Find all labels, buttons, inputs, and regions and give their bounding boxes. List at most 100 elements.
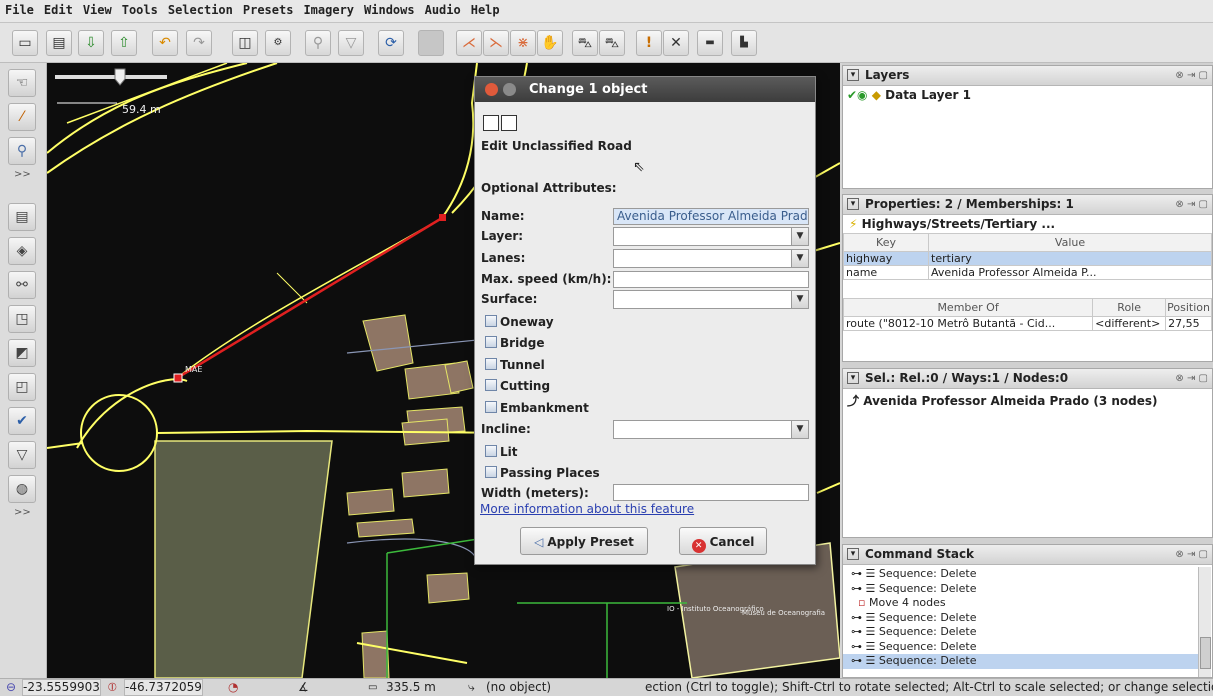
collapse-icon[interactable]: ▾ <box>847 372 859 384</box>
surface-combo[interactable]: ▼ <box>613 290 809 309</box>
list-item[interactable]: ⊶ ☰ Sequence: Delete <box>843 582 1198 597</box>
panel-controls-icon[interactable]: ⊗ ⇥ ▢ <box>1175 545 1208 564</box>
more-info-link[interactable]: More information about this feature <box>480 502 694 516</box>
menu-edit[interactable]: Edit <box>39 0 78 17</box>
zoom-slider-thumb[interactable] <box>114 68 126 86</box>
list-item[interactable]: ⊶ ☰ Sequence: Delete <box>843 654 1198 669</box>
list-item[interactable]: ⊶ ☰ Sequence: Delete <box>843 625 1198 640</box>
relation-icon[interactable]: ⚯ <box>8 271 36 299</box>
split-way-icon[interactable]: ⋌ <box>456 30 482 56</box>
toggle-panel-icon[interactable]: ▤ <box>8 203 36 231</box>
oneway-checkbox[interactable]: Oneway <box>485 315 554 329</box>
warning-icon[interactable]: ! <box>636 30 662 56</box>
membership-position: 27,55 <box>1165 316 1212 331</box>
car-icon[interactable]: ⛍ <box>572 30 598 56</box>
car-alt-icon[interactable]: ⛍ <box>599 30 625 56</box>
menu-presets[interactable]: Presets <box>238 0 299 17</box>
bridge-checkbox[interactable]: Bridge <box>485 336 545 350</box>
table-row[interactable]: route ("8012-10 Metrô Butantã - Cid... <d… <box>842 316 1212 331</box>
layers-panel: ▾ Layers ⊗ ⇥ ▢ ✔◉ ◆ Data Layer 1 <box>842 65 1213 189</box>
visible-icon[interactable]: ✔◉ <box>847 88 868 102</box>
chevron-down-icon[interactable]: ▼ <box>791 421 808 438</box>
upload-icon[interactable]: ⇧ <box>111 30 137 56</box>
more-tools-icon[interactable]: >> <box>14 169 31 180</box>
menu-tools[interactable]: Tools <box>117 0 163 17</box>
menu-help[interactable]: Help <box>466 0 505 17</box>
zoom-mode-icon[interactable]: ⚲ <box>8 137 36 165</box>
layer-name: Data Layer 1 <box>885 88 971 102</box>
dialog-titlebar: Change 1 object <box>475 77 815 102</box>
embankment-checkbox[interactable]: Embankment <box>485 401 589 415</box>
filter-icon[interactable]: ▽ <box>338 30 364 56</box>
bridge-icon[interactable]: ▬ <box>697 30 723 56</box>
preview-icon[interactable]: ◫ <box>232 30 258 56</box>
open-file-icon[interactable]: ▤ <box>46 30 72 56</box>
width-field[interactable] <box>613 484 809 501</box>
scrollbar-thumb[interactable] <box>1200 637 1211 669</box>
panel-controls-icon[interactable]: ⊗ ⇥ ▢ <box>1175 369 1208 388</box>
list-item[interactable]: ⊶ ☰ Sequence: Delete <box>843 640 1198 655</box>
collapse-icon[interactable]: ▾ <box>847 69 859 81</box>
new-file-icon[interactable]: ▭ <box>12 30 38 56</box>
conflict-icon[interactable]: ◩ <box>8 339 36 367</box>
tunnel-icon[interactable]: ▙ <box>731 30 757 56</box>
menu-view[interactable]: View <box>78 0 117 17</box>
panel-controls-icon[interactable]: ⊗ ⇥ ▢ <box>1175 66 1208 85</box>
preset-icon: ⚡ <box>849 217 858 231</box>
hand-icon[interactable]: ✋ <box>537 30 563 56</box>
combine-way-icon[interactable]: ⋋ <box>483 30 509 56</box>
collapse-icon[interactable]: ▾ <box>847 548 859 560</box>
more-panels-icon[interactable]: >> <box>14 507 31 518</box>
filter-panel-icon[interactable]: ▽ <box>8 441 36 469</box>
menu-imagery[interactable]: Imagery <box>298 0 359 17</box>
list-item[interactable]: ⊶ ☰ Sequence: Delete <box>843 567 1198 582</box>
panel-controls-icon[interactable]: ⊗ ⇥ ▢ <box>1175 195 1208 214</box>
close-x-icon[interactable]: ✕ <box>663 30 689 56</box>
name-field[interactable]: Avenida Professor Almeida Prado <box>613 208 809 225</box>
layer-combo[interactable]: ▼ <box>613 227 809 246</box>
passing-places-checkbox[interactable]: Passing Places <box>485 466 600 480</box>
table-row[interactable]: highway tertiary <box>842 251 1212 266</box>
scrollbar[interactable] <box>1198 567 1211 677</box>
draw-mode-icon[interactable]: ⁄ <box>8 103 36 131</box>
table-row[interactable]: name Avenida Professor Almeida P... <box>842 265 1212 280</box>
list-item[interactable]: ⊶ ☰ Sequence: Delete <box>843 611 1198 626</box>
chevron-down-icon[interactable]: ▼ <box>791 228 808 245</box>
wireframe-icon[interactable]: ⚲ <box>305 30 331 56</box>
apply-preset-button[interactable]: ◁ Apply Preset <box>520 527 648 555</box>
lanes-combo[interactable]: ▼ <box>613 249 809 268</box>
cancel-button[interactable]: ✕ Cancel <box>679 527 767 555</box>
list-item[interactable]: ▫ Move 4 nodes <box>843 596 1198 611</box>
layer-row[interactable]: ✔◉ ◆ Data Layer 1 <box>843 86 1212 102</box>
map-paint-icon[interactable]: ◍ <box>8 475 36 503</box>
history-icon[interactable]: ◳ <box>8 305 36 333</box>
minimize-icon[interactable] <box>503 83 516 96</box>
preferences-icon[interactable]: ⚙ <box>265 30 291 56</box>
close-icon[interactable] <box>485 83 498 96</box>
menu-selection[interactable]: Selection <box>163 0 238 17</box>
chevron-down-icon[interactable]: ▼ <box>791 250 808 267</box>
chevron-down-icon[interactable]: ▼ <box>791 291 808 308</box>
lit-checkbox[interactable]: Lit <box>485 445 518 459</box>
validator-icon[interactable]: ✔ <box>8 407 36 435</box>
refresh-icon[interactable]: ⟳ <box>378 30 404 56</box>
list-item[interactable]: ⤴ Avenida Professor Almeida Prado (3 nod… <box>843 389 1212 409</box>
menu-windows[interactable]: Windows <box>359 0 420 17</box>
menu-file[interactable]: File <box>0 0 39 17</box>
minimap-icon[interactable]: ◰ <box>8 373 36 401</box>
optional-attributes-label: Optional Attributes: <box>481 181 617 195</box>
join-nodes-icon[interactable]: ⋇ <box>510 30 536 56</box>
menu-audio[interactable]: Audio <box>420 0 466 17</box>
undo-icon[interactable]: ↶ <box>152 30 178 56</box>
longitude-value: -46.7372059 <box>124 679 203 696</box>
collapse-icon[interactable]: ▾ <box>847 198 859 210</box>
tunnel-checkbox[interactable]: Tunnel <box>485 358 545 372</box>
tag-key: name <box>842 265 930 280</box>
maxspeed-field[interactable] <box>613 271 809 288</box>
incline-combo[interactable]: ▼ <box>613 420 809 439</box>
redo-icon[interactable]: ↷ <box>186 30 212 56</box>
tag-icon[interactable]: ◈ <box>8 237 36 265</box>
download-icon[interactable]: ⇩ <box>78 30 104 56</box>
select-mode-icon[interactable]: ☜ <box>8 69 36 97</box>
cutting-checkbox[interactable]: Cutting <box>485 379 550 393</box>
